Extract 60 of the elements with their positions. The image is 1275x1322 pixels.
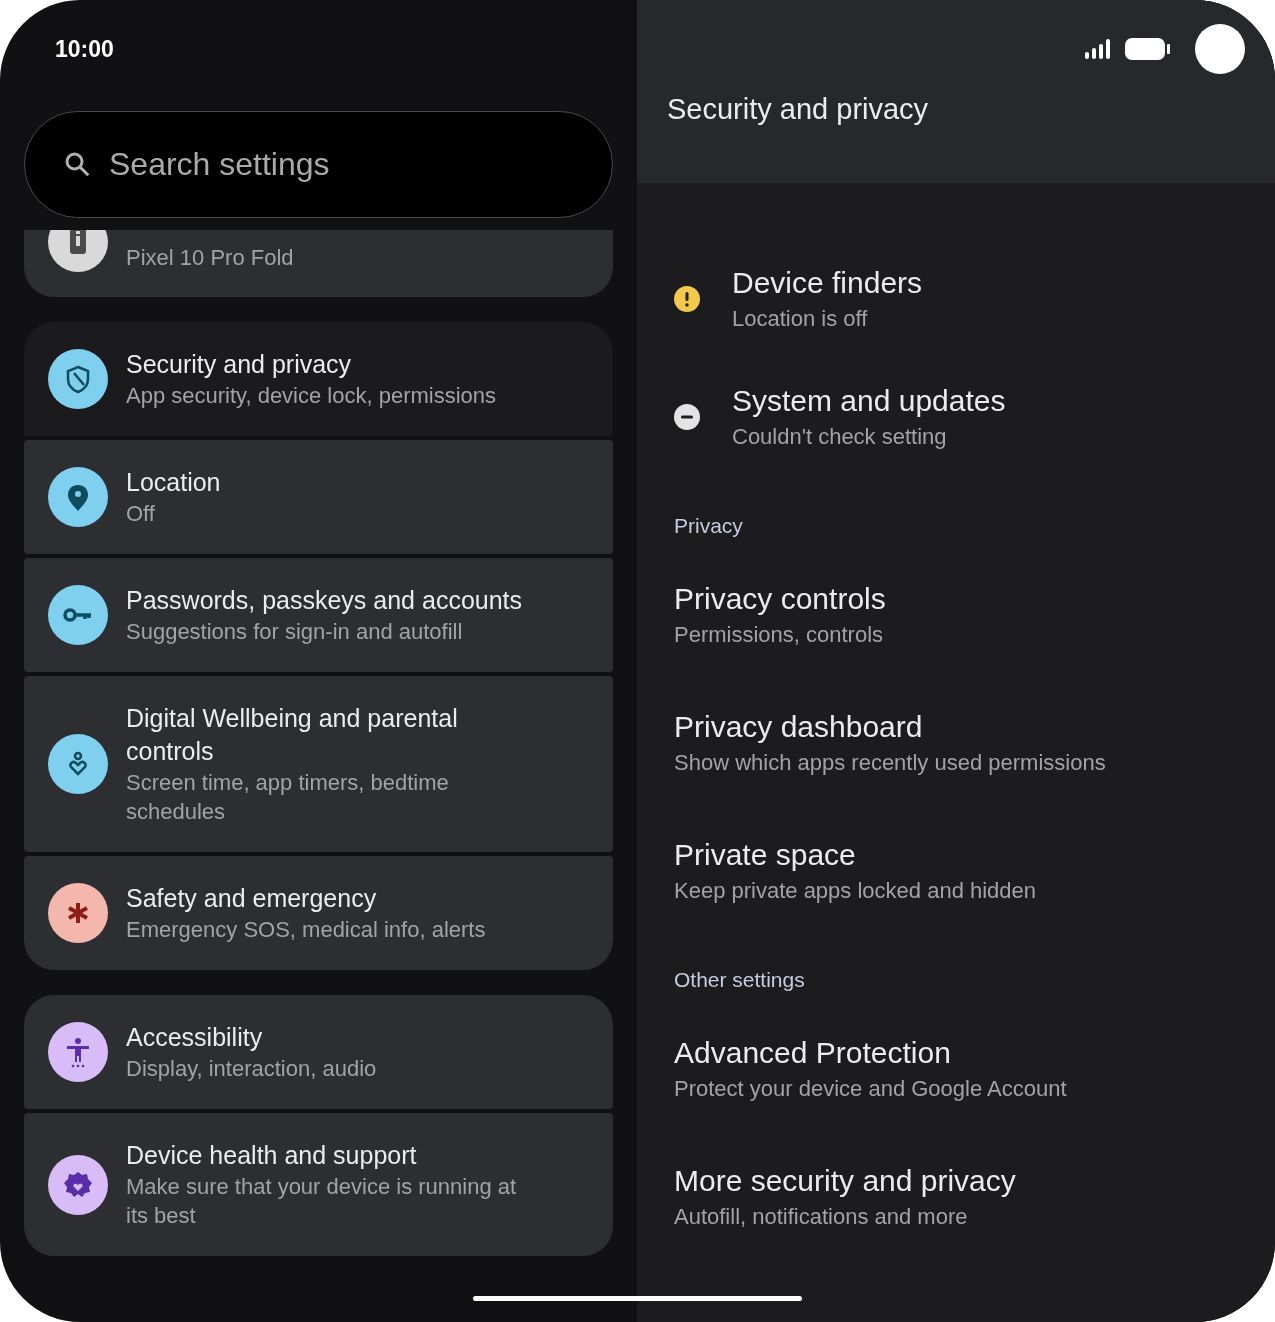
- item-subtitle: Permissions, controls: [674, 621, 885, 649]
- asterisk-icon: [48, 883, 108, 943]
- item-subtitle: Location is off: [732, 305, 869, 333]
- health-icon: [48, 1154, 108, 1215]
- item-title: Security and privacy: [126, 349, 353, 380]
- item-subtitle: Protect your device and Google Account: [674, 1075, 1068, 1103]
- item-title: More security and privacy: [674, 1163, 1017, 1199]
- item-subtitle: Keep private apps locked and hidden: [674, 877, 1038, 905]
- item-subtitle: Pixel 10 Pro Fold: [126, 244, 294, 272]
- search-field[interactable]: Search settings: [24, 111, 613, 218]
- detail-item[interactable]: Privacy dashboard Show which apps recently used permissions: [674, 679, 1238, 807]
- settings-item[interactable]: Pixel 10 Pro Fold: [24, 230, 613, 297]
- section-heading: Privacy: [674, 513, 744, 540]
- accessibility-icon: [48, 1022, 108, 1082]
- item-subtitle: Display, interaction, audio: [126, 1055, 377, 1083]
- battery-icon: [1125, 38, 1171, 60]
- item-title: Accessibility: [126, 1022, 264, 1053]
- settings-item[interactable]: Passwords, passkeys and accounts Suggestions for sign-in and autofill: [24, 558, 613, 672]
- detail-item[interactable]: Advanced Protection Protect your device and Google Account: [674, 1005, 1238, 1133]
- settings-item[interactable]: Location Off: [24, 440, 613, 554]
- item-subtitle: Off: [126, 500, 156, 528]
- minus-icon: [674, 404, 700, 430]
- section-heading: Other settings: [674, 967, 806, 994]
- item-subtitle: Emergency SOS, medical info, alerts: [126, 916, 486, 944]
- settings-item[interactable]: Accessibility Display, interaction, audio: [24, 995, 613, 1109]
- settings-item[interactable]: Safety and emergency Emergency SOS, medical info, alerts: [24, 856, 613, 970]
- item-title: Privacy dashboard: [674, 709, 924, 745]
- detail-title: Security and privacy: [667, 92, 930, 127]
- item-title: Private space: [674, 837, 857, 873]
- item-subtitle: Make sure that your device is running at its best: [126, 1173, 518, 1230]
- info-icon: [48, 230, 108, 272]
- item-title: System and updates: [732, 383, 1006, 419]
- warning-icon: [674, 286, 700, 312]
- status-time: 10:00: [55, 35, 115, 63]
- settings-item[interactable]: Security and privacy App security, device lock, permissions: [24, 322, 613, 436]
- item-subtitle: Autofill, notifications and more: [674, 1203, 969, 1231]
- item-title: Device finders: [732, 265, 923, 301]
- item-subtitle: Suggestions for sign-in and autofill: [126, 618, 464, 646]
- item-title: Privacy controls: [674, 581, 887, 617]
- item-title: Safety and emergency: [126, 883, 378, 914]
- key-icon: [48, 585, 108, 645]
- item-title: Location: [126, 467, 221, 498]
- item-title: Passwords, passkeys and accounts: [126, 585, 523, 616]
- shield-icon: [48, 349, 108, 409]
- pin-icon: [48, 467, 108, 527]
- item-subtitle: Show which apps recently used permissions: [674, 749, 1107, 777]
- item-title: Advanced Protection: [674, 1035, 952, 1071]
- item-subtitle: Couldn't check setting: [732, 423, 948, 451]
- item-subtitle: Screen time, app timers, bedtime schedules: [126, 769, 450, 826]
- signal-icon: [1085, 39, 1113, 59]
- detail-item[interactable]: More security and privacy Autofill, notifications and more: [674, 1133, 1238, 1261]
- settings-item[interactable]: Device health and support Make sure that your device is running at its best: [24, 1113, 613, 1256]
- settings-item[interactable]: Digital Wellbeing and parental controls Screen time, app timers, bedtime schedules: [24, 676, 613, 852]
- detail-item[interactable]: Privacy controls Permissions, controls: [674, 551, 1238, 679]
- camera-cutout: [1195, 24, 1245, 74]
- item-subtitle: App security, device lock, permissions: [126, 382, 497, 410]
- detail-item[interactable]: Private space Keep private apps locked and hidden: [674, 807, 1238, 935]
- item-title: Digital Wellbeing and parental controls: [126, 703, 459, 767]
- wellbeing-icon: [48, 734, 108, 794]
- item-title: Device health and support: [126, 1140, 418, 1171]
